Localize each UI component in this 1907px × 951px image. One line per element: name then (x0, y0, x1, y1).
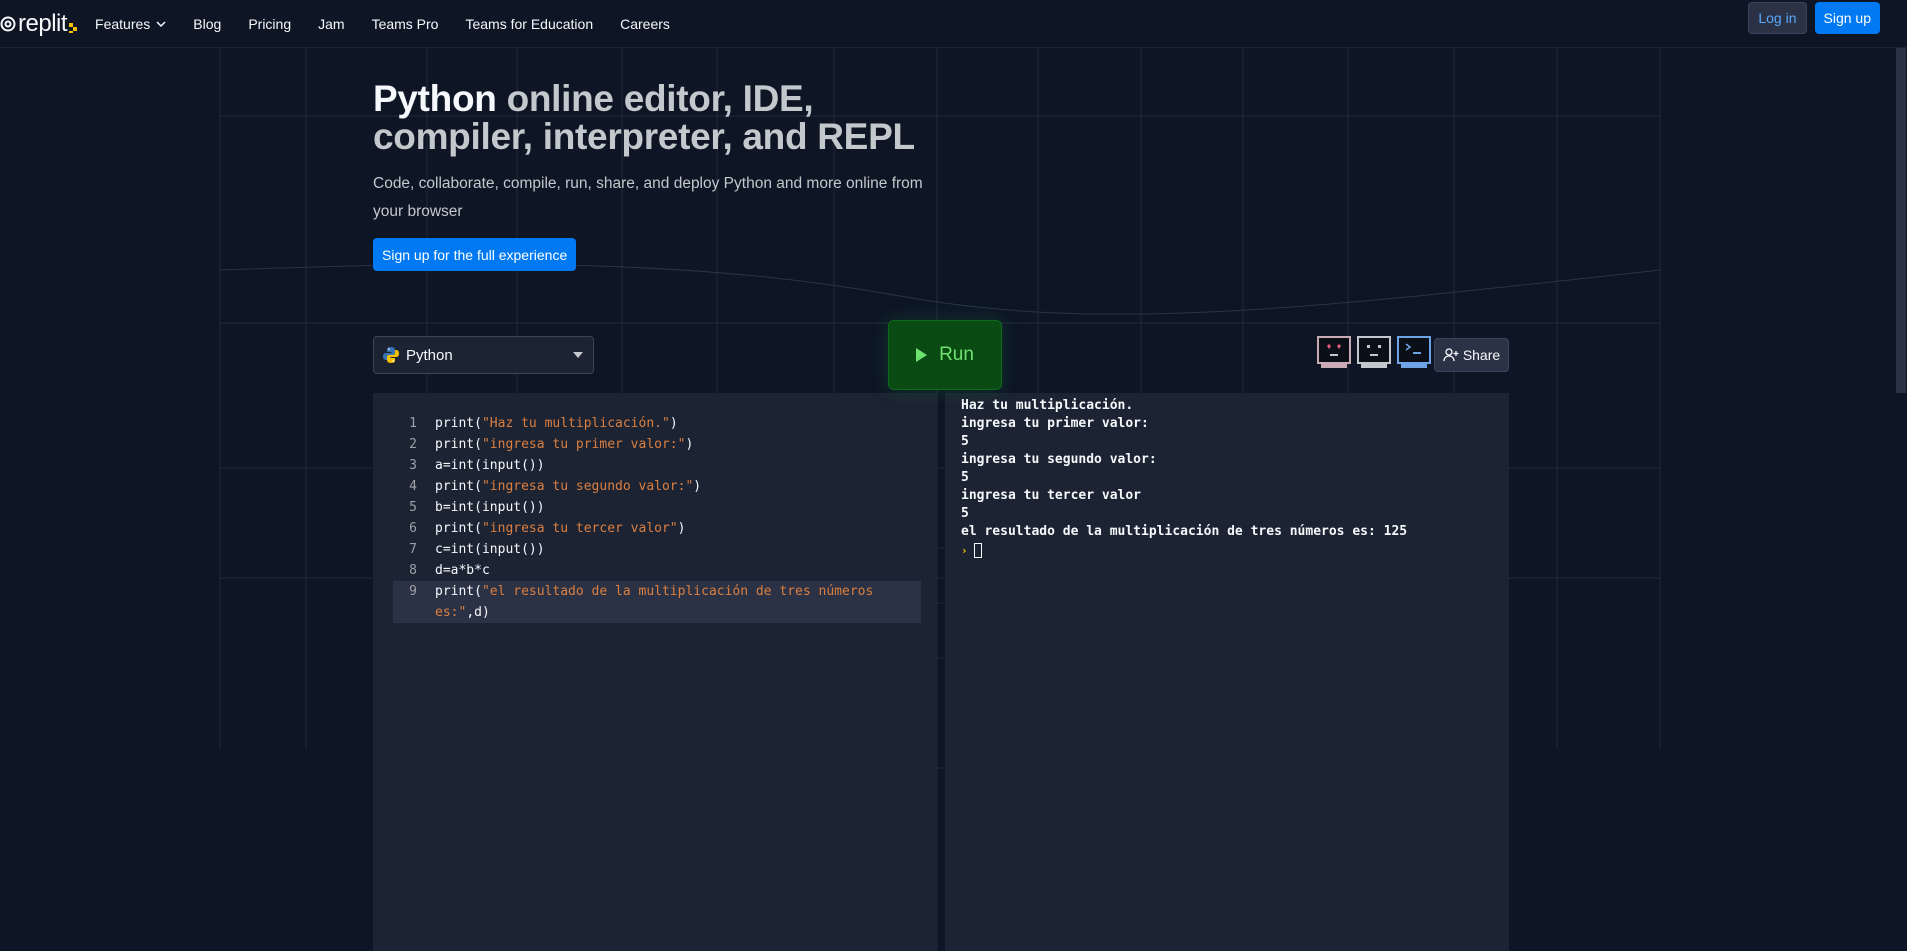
nav-features[interactable]: Features (95, 16, 166, 32)
string-literal: "el resultado de la multiplicación de tr… (435, 584, 882, 620)
code-text: print("ingresa tu primer valor:") (435, 434, 915, 455)
code-text: print("ingresa tu segundo valor:") (435, 476, 915, 497)
run-button[interactable]: Run (888, 320, 1002, 390)
nav-blog[interactable]: Blog (193, 16, 221, 32)
code-token: a=int(input()) (435, 458, 545, 473)
console-line: ingresa tu tercer valor (961, 488, 1142, 503)
code-token: c=int(input()) (435, 542, 545, 557)
code-text: print("el resultado de la multiplicación… (435, 581, 915, 623)
page-title: Python online editor, IDE, compiler, int… (373, 80, 973, 156)
logo-dots-icon (69, 22, 78, 33)
code-line[interactable]: 4 print("ingresa tu segundo valor:") (373, 476, 937, 497)
share-label: Share (1462, 347, 1501, 363)
auth-buttons: Log in Sign up (1748, 2, 1880, 34)
console-line: el resultado de la multiplicación de tre… (961, 524, 1408, 539)
string-literal: "ingresa tu tercer valor" (481, 521, 678, 536)
console-line: Haz tu multiplicación. (961, 398, 1134, 413)
code-token: ) (693, 479, 702, 494)
line-number: 9 (409, 584, 417, 599)
code-line[interactable]: 7 c=int(input()) (373, 539, 937, 560)
line-number: 2 (409, 437, 417, 452)
code-line[interactable]: 2 print("ingresa tu primer valor:") (373, 434, 937, 455)
computer-avatar-hearts-icon (1317, 336, 1351, 368)
console-line: ingresa tu segundo valor: (961, 452, 1157, 467)
console-prompt[interactable]: › (961, 541, 1509, 559)
code-token: ) (677, 521, 686, 536)
page-scrollbar-thumb[interactable] (1896, 48, 1906, 393)
line-number: 3 (409, 458, 417, 473)
computer-avatar-neutral-icon (1357, 336, 1391, 368)
string-literal: "ingresa tu primer valor:" (481, 437, 686, 452)
nav-teams-pro[interactable]: Teams Pro (372, 16, 439, 32)
play-icon (916, 348, 928, 362)
language-select[interactable]: Python (373, 336, 594, 374)
code-token: print( (435, 437, 482, 452)
nav-teams-for-education[interactable]: Teams for Education (465, 16, 593, 32)
line-number: 5 (409, 500, 417, 515)
logo-text: replit (18, 9, 68, 37)
code-text: d=a*b*c (435, 560, 915, 581)
title-emphasis: Python (373, 78, 497, 119)
add-user-icon (1443, 348, 1459, 362)
hero-subtitle: Code, collaborate, compile, run, share, … (373, 175, 923, 220)
code-text: print("Haz tu multiplicación.") (435, 413, 915, 434)
code-line[interactable]: 3 a=int(input()) (373, 455, 937, 476)
nav-features-label: Features (95, 15, 151, 32)
code-token: print( (435, 584, 482, 599)
replit-logo-icon (0, 16, 16, 31)
share-button[interactable]: Share (1434, 338, 1509, 372)
console-line: 5 (961, 506, 969, 521)
code-editor[interactable]: 1 print("Haz tu multiplicación.") 2 print("… (373, 393, 937, 951)
language-label: Python (406, 346, 453, 364)
code-line[interactable]: 8 d=a*b*c (373, 560, 937, 581)
code-line[interactable]: 6 print("ingresa tu tercer valor") (373, 518, 937, 539)
code-text: c=int(input()) (435, 539, 915, 560)
console-line: ingresa tu primer valor: (961, 416, 1149, 431)
collaborator-avatars (1317, 336, 1431, 372)
code-token: ) (669, 416, 678, 431)
line-number: 1 (409, 416, 417, 431)
run-label: Run (939, 344, 974, 365)
line-number: 7 (409, 542, 417, 557)
computer-avatar-blue-icon (1397, 336, 1431, 368)
replit-logo[interactable]: replit (0, 0, 78, 48)
code-line[interactable]: 9 print("el resultado de la multiplicació… (393, 581, 921, 623)
string-literal: "Haz tu multiplicación." (481, 416, 670, 431)
line-number: 4 (409, 479, 417, 494)
top-nav: replit Features Blog Pricing Jam Teams P… (0, 0, 1907, 48)
nav-jam[interactable]: Jam (318, 16, 344, 32)
code-token: print( (435, 521, 482, 536)
line-number: 8 (409, 563, 417, 578)
code-line[interactable]: 5 b=int(input()) (373, 497, 937, 518)
prompt-chevron-icon: › (961, 543, 968, 557)
python-icon (383, 347, 399, 363)
nav-careers[interactable]: Careers (620, 16, 670, 32)
nav-pricing[interactable]: Pricing (248, 16, 291, 32)
code-token: d=a*b*c (435, 563, 490, 578)
code-token: print( (435, 479, 482, 494)
login-button[interactable]: Log in (1748, 2, 1807, 34)
code-text: a=int(input()) (435, 455, 915, 476)
console-line: 5 (961, 470, 969, 485)
code-text: b=int(input()) (435, 497, 915, 518)
console-line: 5 (961, 434, 969, 449)
string-literal: "ingresa tu segundo valor:" (481, 479, 694, 494)
console-output[interactable]: Haz tu multiplicación. ingresa tu primer … (945, 393, 1509, 951)
text-cursor (973, 542, 982, 558)
signup-button[interactable]: Sign up (1814, 2, 1880, 34)
nav-links: Features Blog Pricing Jam Teams Pro Team… (95, 16, 697, 32)
code-token: print( (435, 416, 482, 431)
code-token: ) (685, 437, 694, 452)
chevron-down-icon (156, 20, 166, 27)
code-text: print("ingresa tu tercer valor") (435, 518, 915, 539)
code-line[interactable]: 1 print("Haz tu multiplicación.") (373, 413, 937, 434)
caret-down-icon (573, 352, 583, 358)
code-token: b=int(input()) (435, 500, 545, 515)
line-number: 6 (409, 521, 417, 536)
hero-section: Python online editor, IDE, compiler, int… (373, 80, 973, 271)
code-token: ,d) (466, 605, 490, 620)
signup-cta-button[interactable]: Sign up for the full experience (373, 238, 577, 271)
